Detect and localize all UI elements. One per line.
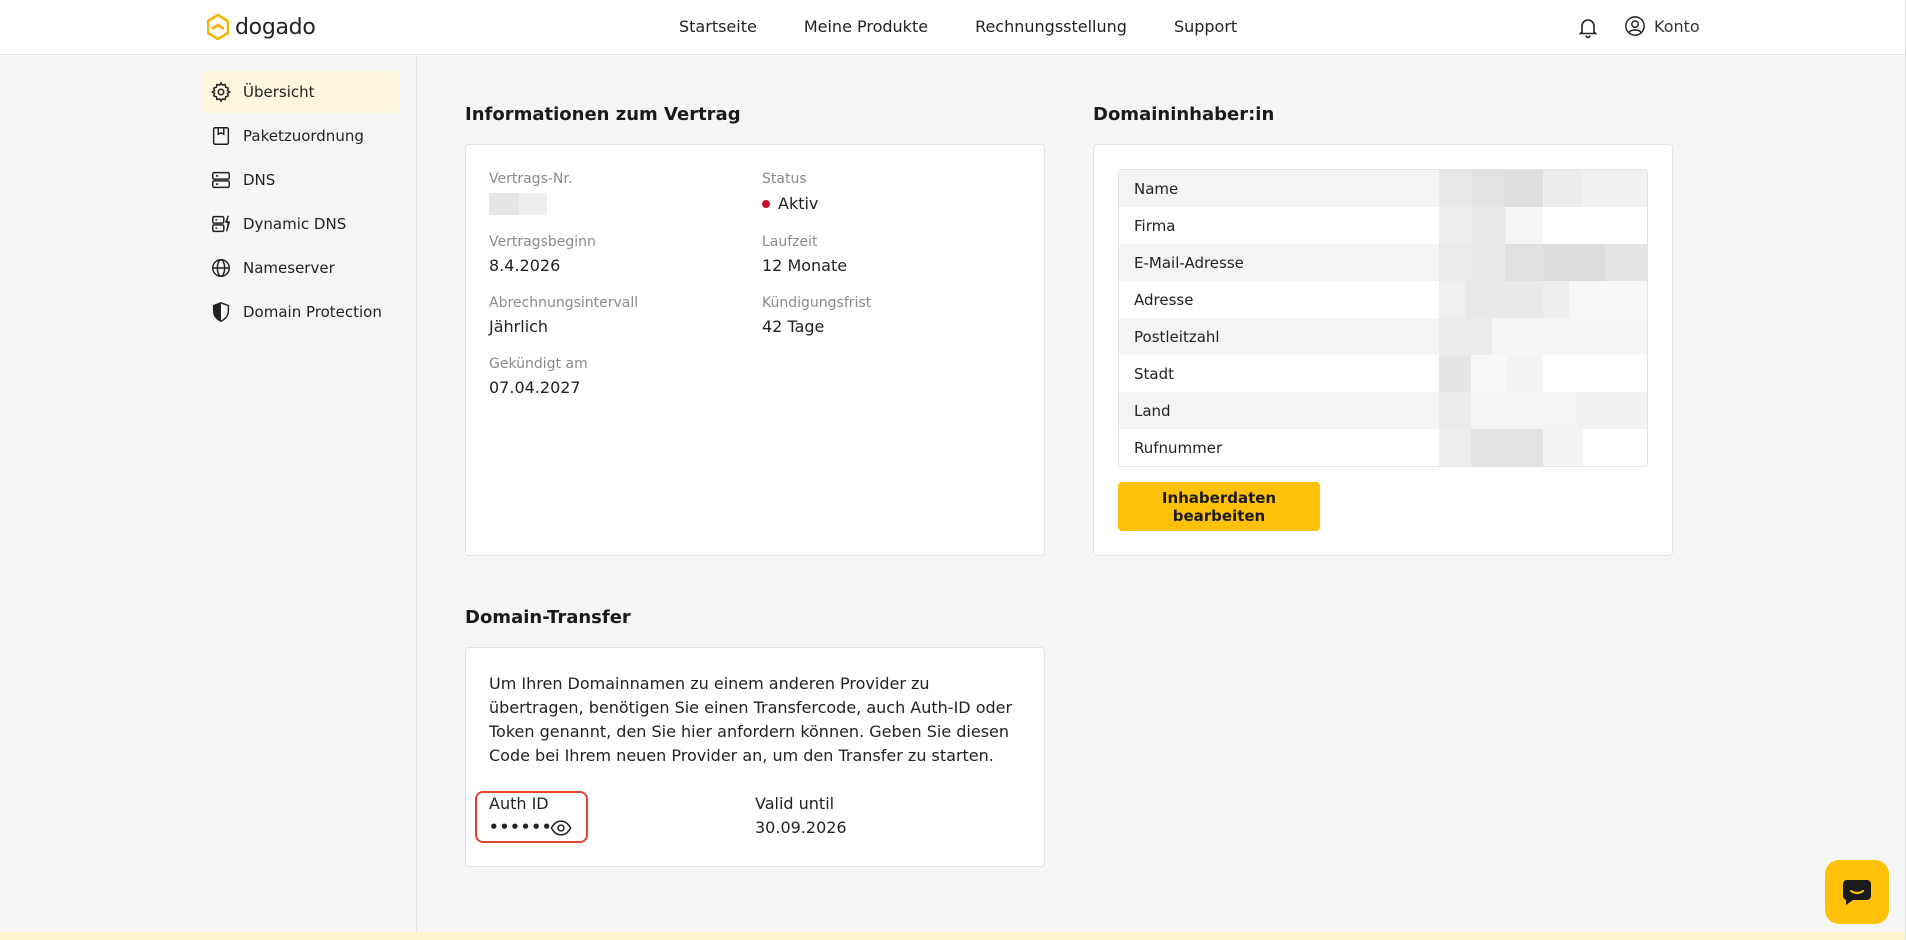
contract-number-label: Vertrags-Nr.	[489, 171, 573, 187]
transfer-description: Um Ihren Domainnamen zu einem anderen Pr…	[489, 674, 1013, 765]
logo-text: dogado	[235, 14, 316, 40]
dogado-logo-icon	[207, 14, 229, 40]
owner-row-stadt: Stadt	[1119, 355, 1647, 392]
nav-startseite[interactable]: Startseite	[679, 17, 757, 36]
edit-owner-data-button[interactable]: Inhaberdaten bearbeiten	[1118, 482, 1320, 531]
sidebar-item-domain-protection[interactable]: Domain Protection	[201, 291, 400, 333]
redacted-value	[1439, 170, 1647, 207]
dynamic-dns-icon	[212, 215, 231, 233]
status-dot-icon	[762, 199, 770, 208]
redacted-value	[1439, 244, 1647, 281]
cancelled-on-label: Gekündigt am	[489, 356, 588, 372]
eye-icon[interactable]	[550, 818, 572, 838]
sidebar-item-label: Dynamic DNS	[243, 215, 347, 233]
notice-period-label: Kündigungsfrist	[762, 295, 872, 311]
chat-widget-button[interactable]	[1825, 860, 1889, 924]
bottom-banner-edge	[0, 932, 1906, 940]
redacted-value	[1439, 207, 1647, 244]
owner-row-label: Land	[1134, 401, 1171, 420]
owner-row-label: Adresse	[1134, 290, 1194, 309]
owner-row-label: E-Mail-Adresse	[1134, 253, 1244, 272]
top-navigation-bar: dogado Startseite Meine Produkte Rechnun…	[0, 0, 1906, 55]
package-icon	[212, 127, 230, 145]
contract-section-title: Informationen zum Vertrag	[465, 104, 741, 125]
nav-support[interactable]: Support	[1174, 17, 1237, 36]
auth-id-masked-value: ••••••	[489, 818, 553, 836]
redacted-value	[1439, 355, 1647, 392]
term-value: 12 Monate	[762, 256, 848, 275]
owner-row-postleitzahl: Postleitzahl	[1119, 318, 1647, 355]
logo[interactable]: dogado	[207, 14, 316, 40]
owner-row-name: Name	[1119, 170, 1647, 207]
user-circle-icon	[1625, 16, 1645, 36]
globe-icon	[212, 259, 230, 277]
owner-row-adresse: Adresse	[1119, 281, 1647, 318]
nav-meine-produkte[interactable]: Meine Produkte	[804, 17, 928, 36]
shield-icon	[212, 302, 230, 322]
owner-row-email: E-Mail-Adresse	[1119, 244, 1647, 281]
sidebar-item-label: Paketzuordnung	[243, 127, 364, 145]
bell-icon[interactable]	[1576, 15, 1600, 39]
sidebar-item-dynamic-dns[interactable]: Dynamic DNS	[201, 203, 400, 245]
status-value: Aktiv	[762, 194, 818, 213]
redacted-value	[1439, 318, 1647, 355]
transfer-section-title: Domain-Transfer	[465, 607, 631, 628]
contract-card	[465, 144, 1045, 556]
owner-row-rufnummer: Rufnummer	[1119, 429, 1647, 466]
owner-row-firma: Firma	[1119, 207, 1647, 244]
sidebar: Übersicht Paketzuordnung DNS Dynamic DNS	[0, 56, 417, 932]
contract-start-label: Vertragsbeginn	[489, 234, 596, 250]
nav-rechnungsstellung[interactable]: Rechnungsstellung	[975, 17, 1127, 36]
redacted-value	[1439, 281, 1647, 318]
auth-id-label: Auth ID	[489, 794, 549, 813]
sidebar-item-nameserver[interactable]: Nameserver	[201, 247, 400, 289]
sidebar-item-uebersicht[interactable]: Übersicht	[201, 71, 400, 113]
billing-interval-value: Jährlich	[489, 317, 549, 336]
main-navigation: Startseite Meine Produkte Rechnungsstell…	[679, 17, 1237, 36]
contract-number-redacted	[489, 193, 549, 215]
notice-period-value: 42 Tage	[762, 317, 825, 336]
status-text: Aktiv	[778, 194, 819, 213]
owner-data-table: Name Firma E-Mail-Adresse Adresse Postle…	[1118, 169, 1648, 467]
status-label: Status	[762, 171, 807, 187]
term-label: Laufzeit	[762, 234, 818, 250]
owner-row-label: Firma	[1134, 216, 1176, 235]
valid-until-value: 30.09.2026	[755, 818, 847, 837]
owner-row-label: Name	[1134, 179, 1179, 198]
contract-start-value: 8.4.2026	[489, 256, 561, 275]
sidebar-item-paketzuordnung[interactable]: Paketzuordnung	[201, 115, 400, 157]
owner-row-land: Land	[1119, 392, 1647, 429]
account-menu[interactable]: Konto	[1624, 15, 1700, 37]
owner-row-label: Postleitzahl	[1134, 327, 1220, 346]
chat-bubble-icon	[1843, 880, 1871, 905]
sidebar-item-label: Domain Protection	[243, 303, 382, 321]
cancelled-on-value: 07.04.2027	[489, 378, 581, 397]
redacted-value	[1439, 392, 1647, 429]
owner-row-label: Stadt	[1134, 364, 1174, 383]
sidebar-item-label: DNS	[243, 171, 276, 189]
sidebar-item-label: Übersicht	[243, 83, 315, 101]
server-icon	[212, 171, 230, 189]
sidebar-item-dns[interactable]: DNS	[201, 159, 400, 201]
billing-interval-label: Abrechnungsintervall	[489, 295, 639, 311]
owner-section-title: Domaininhaber:in	[1093, 104, 1275, 125]
redacted-value	[1439, 429, 1647, 466]
owner-row-label: Rufnummer	[1134, 438, 1223, 457]
gear-icon	[210, 81, 232, 103]
sidebar-item-label: Nameserver	[243, 259, 335, 277]
valid-until-label: Valid until	[755, 794, 835, 813]
account-label: Konto	[1654, 16, 1700, 36]
